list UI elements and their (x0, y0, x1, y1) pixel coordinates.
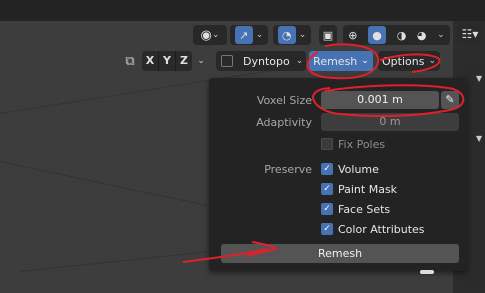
overlays-icon: ◔ (277, 26, 296, 44)
preserve-color-attributes-checkbox[interactable]: ✓ (321, 223, 333, 235)
symmetry-z-toggle[interactable]: Z (176, 51, 192, 71)
symmetry-axes[interactable]: X Y Z (142, 51, 192, 71)
chevron-down-icon: ⌄ (295, 56, 304, 66)
chevron-down-icon: ⌄ (211, 30, 220, 40)
overlays-dropdown[interactable]: ◔ ⌄ (273, 25, 311, 45)
shading-mode-group[interactable]: ⊕ ● ◑ ◕ ⌄ (343, 25, 450, 45)
visibility-dropdown[interactable]: ◉ ⌄ (193, 25, 227, 45)
grid-line (0, 161, 235, 212)
viewport-handle (420, 270, 434, 274)
chevron-down-icon: ⌄ (428, 56, 436, 66)
preserve-face-sets-checkbox[interactable]: ✓ (321, 203, 333, 215)
eyedropper-icon[interactable]: ✎ (441, 91, 459, 109)
fix-poles-checkbox[interactable] (321, 138, 333, 150)
preserve-face-sets-label: Face Sets (338, 203, 391, 216)
preserve-volume-label: Volume (338, 163, 379, 176)
chevron-down-icon: ⌄ (255, 30, 264, 40)
chevron-down-icon[interactable]: ⌄ (194, 51, 208, 71)
fix-poles-label: Fix Poles (338, 138, 386, 151)
preserve-volume-checkbox[interactable]: ✓ (321, 163, 333, 175)
symmetry-x-toggle[interactable]: X (142, 51, 159, 71)
xray-toggle[interactable]: ▣ (319, 25, 337, 45)
adaptivity-label: Adaptivity (256, 116, 312, 129)
top-bar (0, 0, 485, 21)
gizmo-dropdown[interactable]: ↗ ⌄ (230, 25, 268, 45)
preserve-color-attributes-label: Color Attributes (338, 223, 425, 236)
rendered-shading-icon[interactable]: ◕ (417, 29, 427, 42)
voxel-size-field[interactable]: 0.001 m (321, 91, 439, 109)
wireframe-shading-icon[interactable]: ⊕ (348, 29, 357, 42)
xray-icon: ▣ (322, 28, 334, 42)
remesh-dropdown-label: Remesh (313, 54, 358, 68)
eye-icon: ◉ (200, 27, 212, 43)
remesh-button[interactable]: Remesh (221, 244, 459, 263)
preserve-label: Preserve (264, 163, 312, 176)
chevron-down-icon[interactable]: ⌄ (437, 30, 445, 40)
collapse-arrow-icon[interactable]: ▼ (476, 134, 482, 143)
collapse-arrow-icon[interactable]: ▼ (476, 74, 482, 83)
dyntopo-dropdown[interactable]: Dyntopo ⌄ (216, 51, 306, 71)
chevron-down-icon: ⌄ (361, 56, 369, 66)
grid-line (20, 250, 220, 272)
chevron-down-icon: ⌄ (298, 30, 307, 40)
material-shading-icon[interactable]: ◑ (397, 29, 407, 42)
options-label: Options (382, 54, 425, 68)
adaptivity-field[interactable]: 0 m (321, 113, 459, 131)
solid-shading-icon[interactable]: ● (368, 26, 387, 44)
preserve-paint-mask-label: Paint Mask (338, 183, 398, 196)
dyntopo-checkbox[interactable] (221, 55, 233, 67)
outliner-tree-icon[interactable]: ☷▾ (457, 24, 483, 44)
symmetry-y-toggle[interactable]: Y (159, 51, 176, 71)
gizmo-icon: ↗ (234, 26, 253, 44)
remesh-dropdown[interactable]: Remesh ⌄ (309, 51, 373, 71)
options-dropdown[interactable]: Options ⌄ (378, 51, 440, 71)
preserve-paint-mask-checkbox[interactable]: ✓ (321, 183, 333, 195)
dyntopo-label: Dyntopo (243, 54, 290, 68)
voxel-size-label: Voxel Size (256, 94, 312, 107)
mirror-symmetry-icon: ⧉ (125, 53, 135, 69)
